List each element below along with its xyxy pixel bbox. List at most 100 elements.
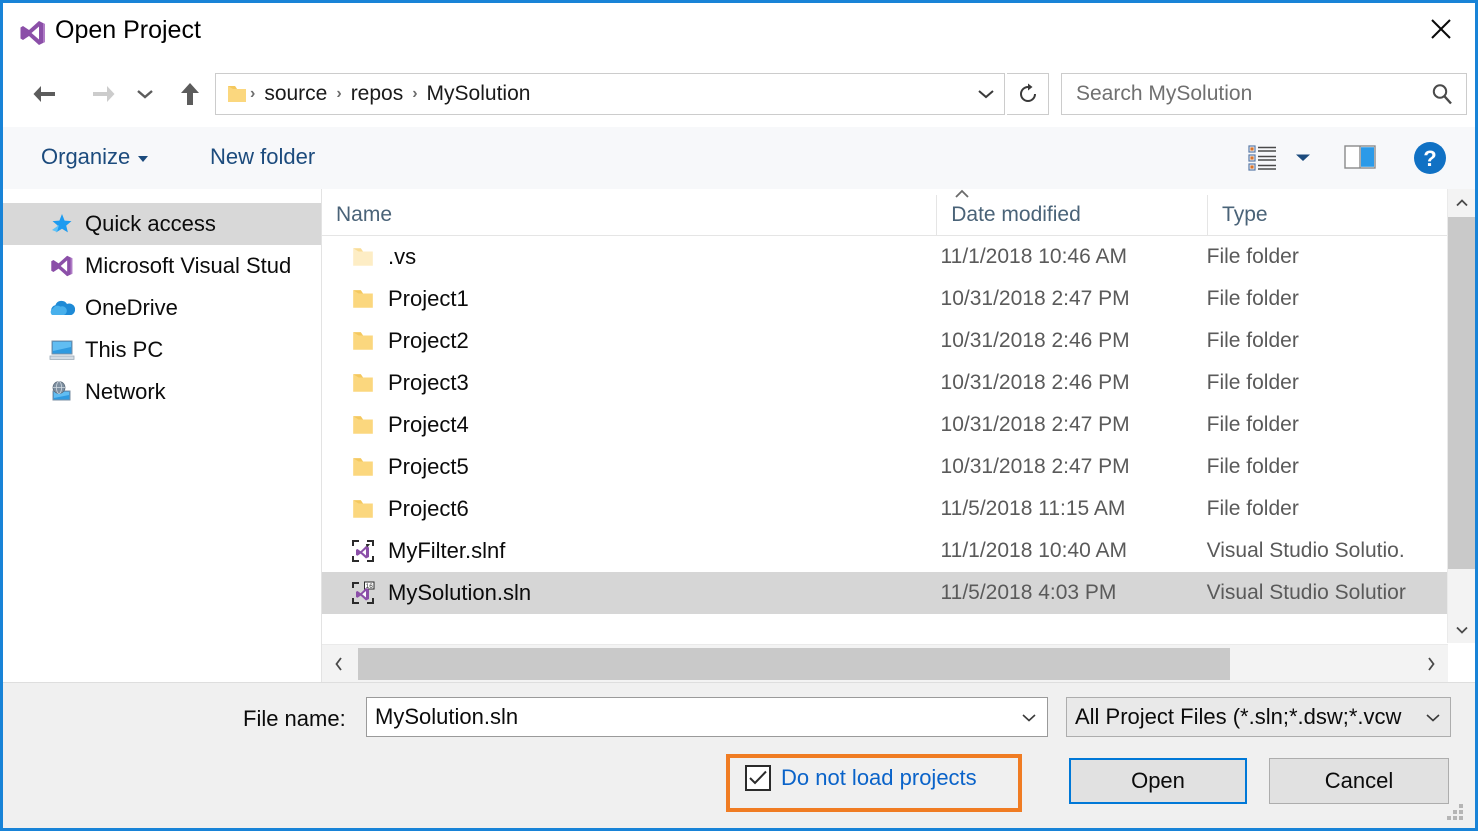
table-row[interactable]: Project6 11/5/2018 11:15 AM File folder <box>322 488 1447 530</box>
table-row[interactable]: Project1 10/31/2018 2:47 PM File folder <box>322 278 1447 320</box>
folder-icon <box>350 371 376 395</box>
forward-button[interactable] <box>85 75 123 113</box>
file-rows: .vs 11/1/2018 10:46 AM File folder Pr <box>322 236 1447 643</box>
page-title: Open Project <box>55 16 201 45</box>
column-header-type[interactable]: Type <box>1208 195 1447 235</box>
address-bar[interactable]: › source › repos › MySolution <box>215 73 1005 115</box>
file-name-label: Project5 <box>388 454 469 480</box>
help-icon: ? <box>1412 140 1448 176</box>
table-row[interactable]: 16 MySolution.sln 11/5/2018 4:03 PM Visu… <box>322 572 1447 614</box>
help-button[interactable]: ? <box>1411 139 1449 177</box>
sidebar-item-label: Quick access <box>85 211 216 237</box>
folder-icon-hidden <box>350 245 376 269</box>
file-name-field[interactable] <box>366 697 1048 737</box>
back-button[interactable] <box>25 75 63 113</box>
file-list: Name Date modified Type .vs <box>322 189 1475 683</box>
file-name-cell: MyFilter.slnf <box>322 538 927 564</box>
file-type-cell: File folder <box>1193 497 1447 521</box>
folder-icon <box>350 497 376 521</box>
file-name-input[interactable] <box>373 703 997 731</box>
vertical-scrollbar[interactable] <box>1447 189 1475 643</box>
breadcrumb-item-mysolution[interactable]: MySolution <box>420 82 538 106</box>
file-name-label: .vs <box>388 244 416 270</box>
search-box[interactable] <box>1061 73 1467 115</box>
file-name-label: MyFilter.slnf <box>388 538 505 564</box>
breadcrumb: › source › repos › MySolution <box>248 82 537 106</box>
organize-button[interactable]: Organize <box>41 144 148 170</box>
horizontal-scrollbar-thumb[interactable] <box>358 648 1230 680</box>
new-folder-label: New folder <box>210 144 315 170</box>
file-type-filter-dropdown[interactable]: All Project Files (*.sln;*.dsw;*.vcw <box>1066 697 1451 737</box>
table-row[interactable]: Project4 10/31/2018 2:47 PM File folder <box>322 404 1447 446</box>
new-folder-button[interactable]: New folder <box>210 144 315 170</box>
sidebar-item-this-pc[interactable]: This PC <box>3 329 321 371</box>
table-row[interactable]: .vs 11/1/2018 10:46 AM File folder <box>322 236 1447 278</box>
column-header-date-modified[interactable]: Date modified <box>937 195 1208 235</box>
sidebar-item-onedrive[interactable]: OneDrive <box>3 287 321 329</box>
file-name-cell: .vs <box>322 244 927 270</box>
file-date-cell: 11/5/2018 11:15 AM <box>927 497 1193 521</box>
table-row[interactable]: Project5 10/31/2018 2:47 PM File folder <box>322 446 1447 488</box>
scroll-right-button[interactable] <box>1414 645 1448 683</box>
file-type-cell: File folder <box>1193 287 1447 311</box>
table-row[interactable]: Project2 10/31/2018 2:46 PM File folder <box>322 320 1447 362</box>
vertical-scrollbar-thumb[interactable] <box>1448 217 1475 569</box>
recent-locations-button[interactable] <box>131 75 159 113</box>
search-input[interactable] <box>1074 81 1408 107</box>
sidebar-item-quick-access[interactable]: Quick access <box>3 203 321 245</box>
search-icon[interactable] <box>1430 82 1454 106</box>
up-one-level-button[interactable] <box>171 75 209 113</box>
breadcrumb-item-repos[interactable]: repos <box>344 82 411 106</box>
sidebar-item-label: This PC <box>85 337 163 363</box>
dialog-body: Quick access Microsoft Visual Stud <box>3 189 1475 683</box>
breadcrumb-separator-2: › <box>410 85 419 103</box>
solution-filter-icon <box>350 539 376 563</box>
cancel-button[interactable]: Cancel <box>1269 758 1449 804</box>
chevron-down-icon <box>1455 625 1469 635</box>
resize-grip-icon[interactable] <box>1445 799 1467 821</box>
file-type-cell: Visual Studio Solutior <box>1193 581 1447 605</box>
onedrive-cloud-icon <box>49 296 75 320</box>
sidebar-item-network[interactable]: Network <box>3 371 321 413</box>
sidebar-item-microsoft-visual-studio[interactable]: Microsoft Visual Stud <box>3 245 321 287</box>
file-date-cell: 10/31/2018 2:47 PM <box>927 455 1193 479</box>
view-options-dropdown[interactable] <box>1293 149 1313 165</box>
file-name-label: Project3 <box>388 370 469 396</box>
back-arrow-icon <box>30 83 58 105</box>
visual-studio-icon <box>49 254 75 278</box>
forward-arrow-icon <box>90 83 118 105</box>
table-row[interactable]: Project3 10/31/2018 2:46 PM File folder <box>322 362 1447 404</box>
file-name-cell: Project4 <box>322 412 927 438</box>
horizontal-scrollbar[interactable] <box>322 644 1448 683</box>
scroll-down-button[interactable] <box>1448 616 1475 643</box>
visual-studio-icon <box>19 19 47 47</box>
file-name-label: Project1 <box>388 286 469 312</box>
view-options-button[interactable] <box>1245 139 1281 175</box>
file-name-label: Project6 <box>388 496 469 522</box>
scroll-left-button[interactable] <box>322 645 356 683</box>
file-date-cell: 10/31/2018 2:46 PM <box>927 329 1193 353</box>
preview-pane-button[interactable] <box>1341 139 1381 175</box>
organize-label: Organize <box>41 144 130 170</box>
column-header-name[interactable]: Name <box>322 195 937 235</box>
close-button[interactable] <box>1407 3 1475 55</box>
file-name-dropdown-button[interactable] <box>1011 698 1047 736</box>
do-not-load-projects-checkbox-row[interactable]: Do not load projects <box>745 765 977 791</box>
breadcrumb-item-source[interactable]: source <box>257 82 334 106</box>
file-date-cell: 10/31/2018 2:47 PM <box>927 287 1193 311</box>
view-options-icon <box>1248 143 1278 171</box>
file-name-cell: Project3 <box>322 370 927 396</box>
do-not-load-projects-checkbox[interactable] <box>745 765 771 791</box>
open-button[interactable]: Open <box>1069 758 1247 804</box>
this-pc-monitor-icon <box>49 338 75 362</box>
file-date-cell: 10/31/2018 2:47 PM <box>927 413 1193 437</box>
refresh-button[interactable] <box>1007 73 1049 115</box>
folder-icon <box>350 287 376 311</box>
do-not-load-projects-label: Do not load projects <box>781 765 977 791</box>
scroll-up-button[interactable] <box>1448 189 1475 216</box>
preview-pane-icon <box>1344 143 1378 171</box>
folder-icon <box>350 455 376 479</box>
address-dropdown-button[interactable] <box>968 74 1004 114</box>
sidebar-item-label: OneDrive <box>85 295 178 321</box>
table-row[interactable]: MyFilter.slnf 11/1/2018 10:40 AM Visual … <box>322 530 1447 572</box>
